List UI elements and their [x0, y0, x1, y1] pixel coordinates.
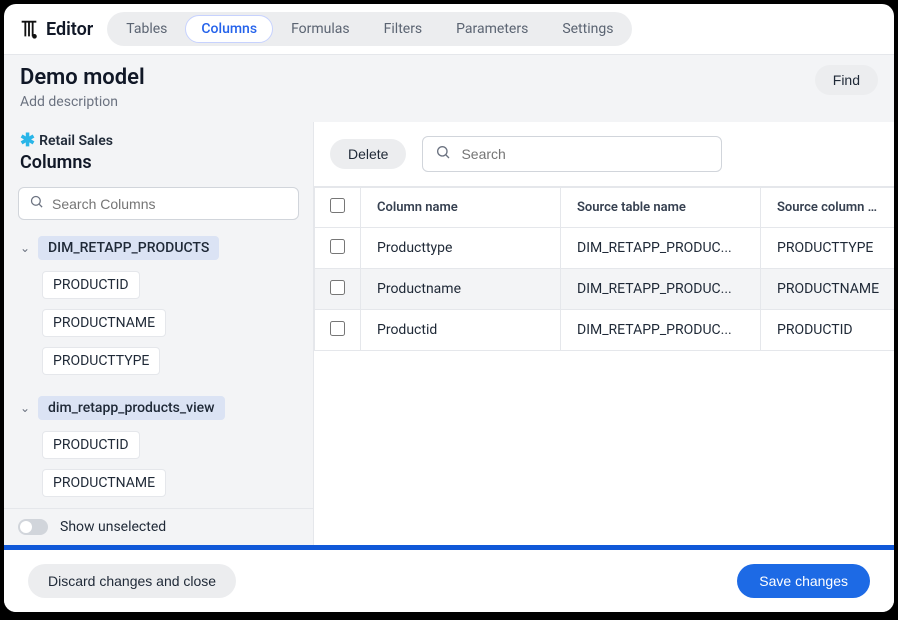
snowflake-icon: ✱: [20, 132, 35, 150]
model-description[interactable]: Add description: [20, 94, 145, 110]
tree-group-label[interactable]: DIM_RETAPP_PRODUCTS: [38, 236, 219, 260]
search-icon: [29, 194, 44, 213]
content-search[interactable]: [422, 136, 722, 172]
logo-icon: [18, 18, 40, 40]
tab-formulas[interactable]: Formulas: [275, 15, 366, 43]
save-button[interactable]: Save changes: [737, 564, 870, 598]
show-unselected-label: Show unselected: [60, 519, 166, 535]
cell-source-column: PRODUCTTYPE: [761, 228, 895, 269]
tree-group[interactable]: ⌄ dim_retapp_products_view: [18, 396, 303, 420]
chevron-down-icon: ⌄: [18, 401, 32, 415]
cell-column-name: Producttype: [361, 228, 561, 269]
tree-leaf[interactable]: PRODUCTID: [42, 271, 140, 299]
model-title: Demo model: [20, 65, 145, 90]
tree-group[interactable]: ⌄ DIM_RETAPP_PRODUCTS: [18, 236, 303, 260]
find-button[interactable]: Find: [815, 65, 878, 95]
cell-source-table: DIM_RETAPP_PRODUC...: [561, 228, 761, 269]
tree-group-label[interactable]: dim_retapp_products_view: [38, 396, 225, 420]
cell-source-column: PRODUCTID: [761, 310, 895, 351]
tab-settings[interactable]: Settings: [546, 15, 629, 43]
cell-source-column: PRODUCTNAME: [761, 269, 895, 310]
tree-leaf[interactable]: PRODUCTNAME: [42, 469, 166, 497]
tab-filters[interactable]: Filters: [368, 15, 439, 43]
search-icon: [435, 144, 451, 164]
delete-button[interactable]: Delete: [330, 139, 406, 169]
sidebar-search-input[interactable]: [52, 196, 288, 212]
tree-leaf[interactable]: PRODUCTNAME: [42, 309, 166, 337]
tab-columns[interactable]: Columns: [185, 15, 273, 43]
col-header-source-column[interactable]: Source column name: [761, 188, 895, 228]
tree-leaf[interactable]: PRODUCTTYPE: [42, 347, 160, 375]
tree-leaf[interactable]: PRODUCTID: [42, 431, 140, 459]
sidebar-title: Columns: [20, 152, 297, 173]
row-checkbox[interactable]: [330, 239, 345, 254]
row-checkbox[interactable]: [330, 280, 345, 295]
app-logo: Editor: [18, 18, 93, 40]
table-row[interactable]: Productid DIM_RETAPP_PRODUC... PRODUCTID: [315, 310, 895, 351]
cell-column-name: Productname: [361, 269, 561, 310]
datasource-name: Retail Sales: [39, 133, 113, 149]
cell-source-table: DIM_RETAPP_PRODUC...: [561, 269, 761, 310]
tab-parameters[interactable]: Parameters: [440, 15, 544, 43]
chevron-down-icon: ⌄: [18, 241, 32, 255]
col-header-source-table[interactable]: Source table name: [561, 188, 761, 228]
cell-column-name: Productid: [361, 310, 561, 351]
app-title: Editor: [46, 19, 93, 40]
tab-tables[interactable]: Tables: [110, 15, 183, 43]
sidebar-search[interactable]: [18, 187, 299, 220]
col-header-name[interactable]: Column name: [361, 188, 561, 228]
table-row[interactable]: Producttype DIM_RETAPP_PRODUC... PRODUCT…: [315, 228, 895, 269]
cell-source-table: DIM_RETAPP_PRODUC...: [561, 310, 761, 351]
nav-tabs: Tables Columns Formulas Filters Paramete…: [107, 12, 632, 46]
show-unselected-toggle[interactable]: [18, 519, 48, 535]
select-all-checkbox[interactable]: [330, 198, 345, 213]
columns-table: Column name Source table name Source col…: [314, 187, 894, 351]
content-search-input[interactable]: [461, 146, 709, 162]
datasource-label: ✱ Retail Sales: [20, 132, 297, 150]
discard-button[interactable]: Discard changes and close: [28, 564, 236, 598]
table-row[interactable]: Productname DIM_RETAPP_PRODUC... PRODUCT…: [315, 269, 895, 310]
row-checkbox[interactable]: [330, 321, 345, 336]
